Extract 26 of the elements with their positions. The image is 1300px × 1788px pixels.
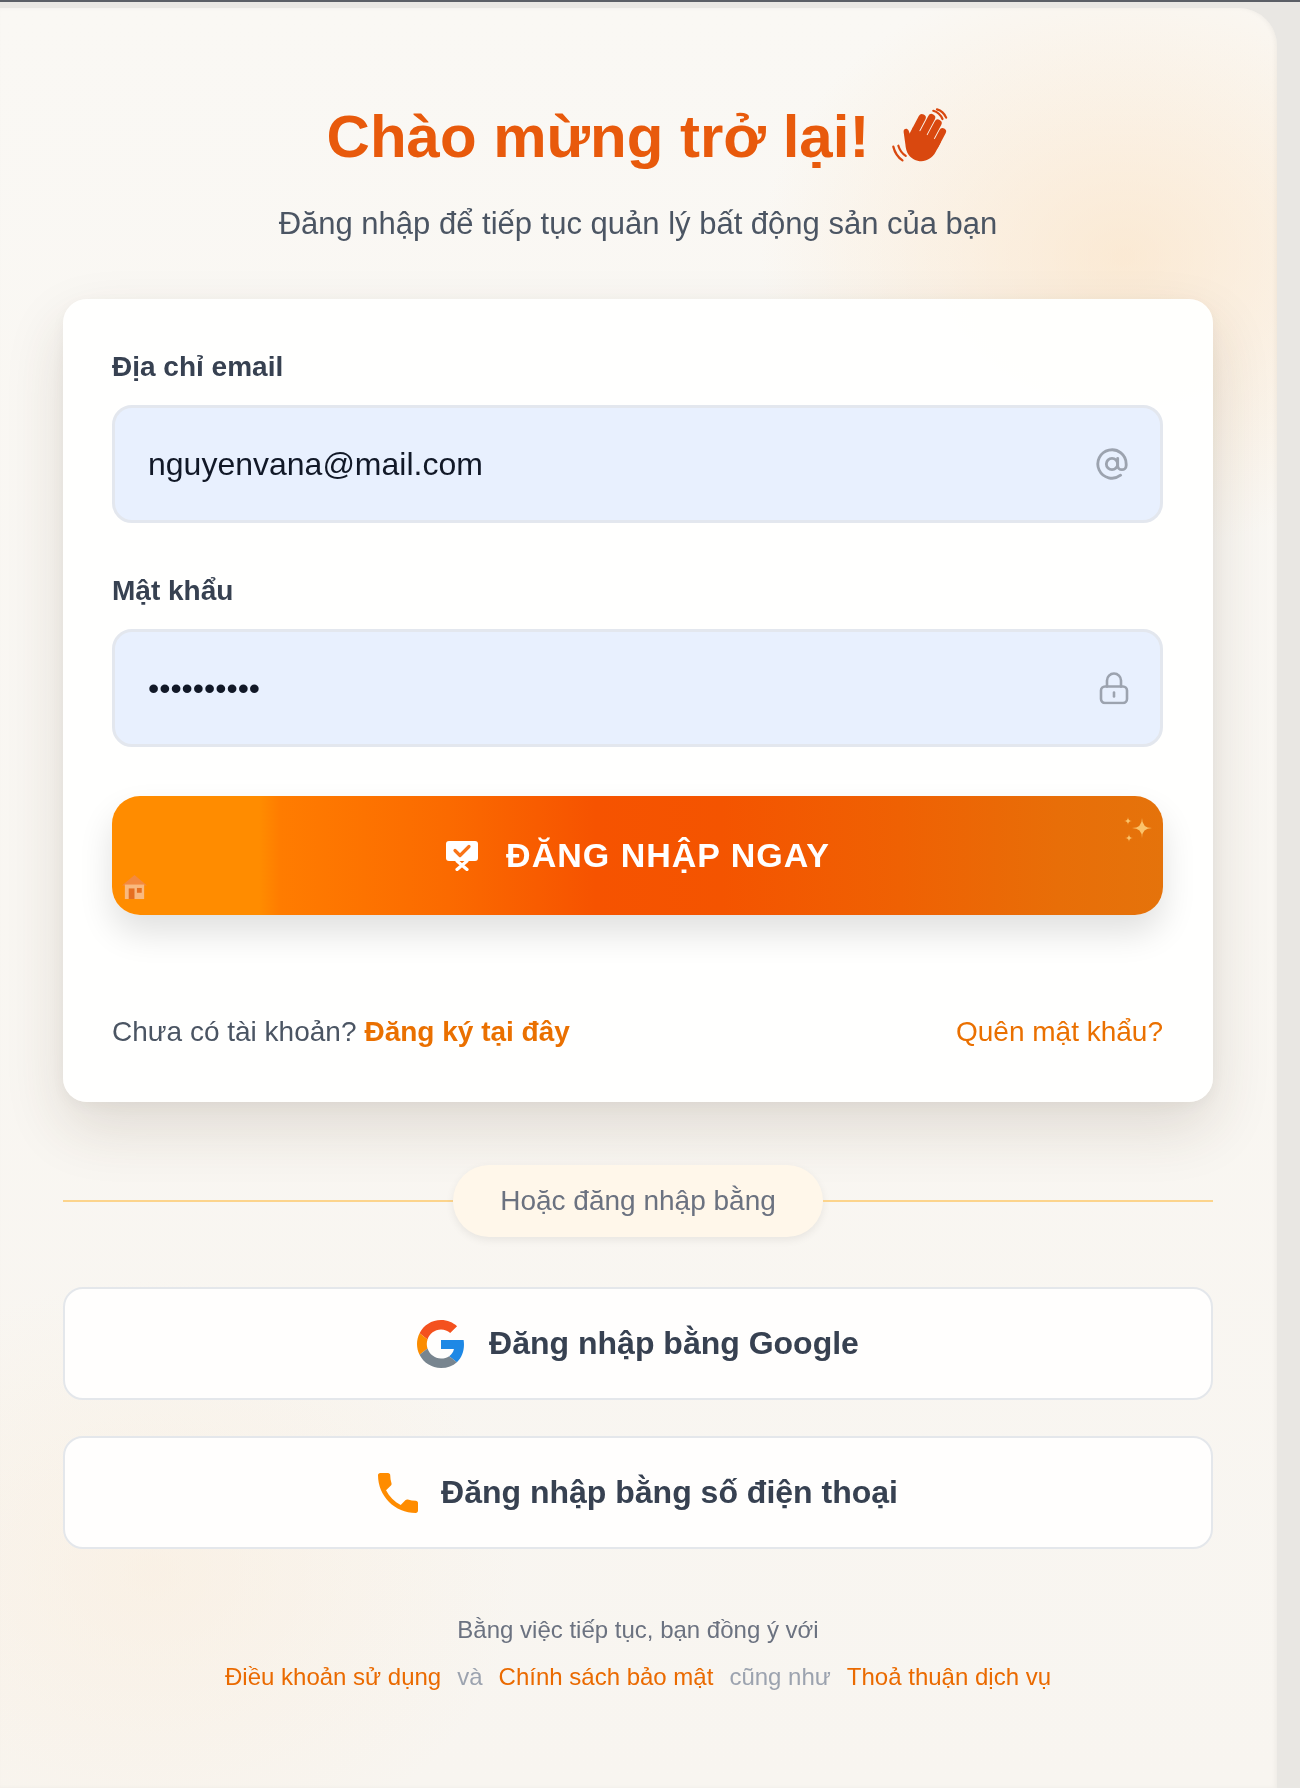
divider-label: Hoặc đăng nhập bằng: [453, 1165, 823, 1237]
field-label: Mật khẩu: [112, 574, 235, 608]
connector-text: và: [457, 1662, 483, 1692]
signup-prompt: Chưa có tài khoản?: [112, 1016, 357, 1047]
phone-icon: [378, 1472, 419, 1513]
welcome-title: Chào mừng trở lại!: [326, 102, 870, 171]
at-sign-icon: [1095, 447, 1129, 481]
field-label: Địa chỉ email: [112, 350, 285, 384]
welcome-subtitle: Đăng nhập để tiếp tục quản lý bất động sản của bạn: [277, 205, 999, 243]
lock-icon: [1099, 671, 1129, 705]
terms-link[interactable]: Thoả thuận dịch vụ: [846, 1661, 1051, 1692]
connector-text: cũng như: [729, 1662, 831, 1692]
easel-check-icon: [445, 840, 480, 871]
signup-link[interactable]: Đăng ký tại đây: [364, 1016, 570, 1047]
terms-intro: Bằng việc tiếp tục, bạn đồng ý với: [456, 1615, 820, 1645]
google-login-button[interactable]: Đăng nhập bằng Google: [63, 1287, 1213, 1400]
google-logo-icon: [417, 1319, 466, 1368]
phone-login-button[interactable]: Đăng nhập bằng số điện thoại: [63, 1436, 1213, 1549]
email-input[interactable]: nguyenvana@mail.com: [112, 405, 1163, 523]
terms-link[interactable]: Chính sách bảo mật: [498, 1661, 714, 1692]
house-icon: [121, 873, 148, 900]
terms-link[interactable]: Điều khoản sử dụng: [225, 1661, 442, 1692]
login-button[interactable]: ĐĂNG NHẬP NGAY: [112, 796, 1163, 915]
forgot-password-link[interactable]: Quên mật khẩu?: [955, 1015, 1163, 1049]
waving-hand-icon: [890, 108, 950, 165]
password-input[interactable]: ••••••••••: [112, 629, 1163, 747]
